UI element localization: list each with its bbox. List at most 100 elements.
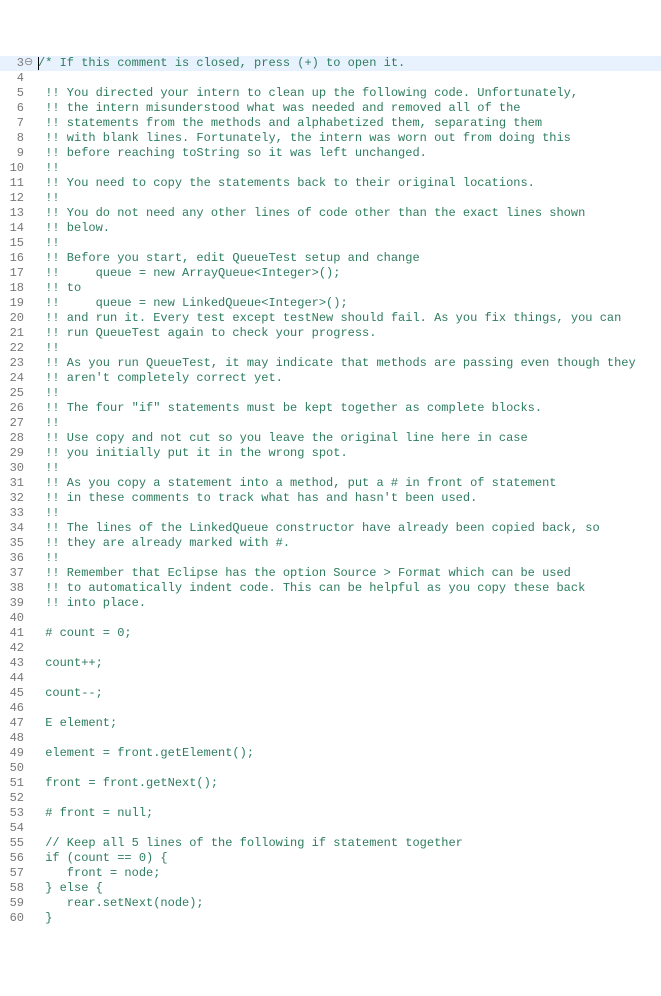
code-text[interactable]: !! You do not need any other lines of co… [36, 206, 661, 221]
code-line[interactable]: 21 !! run QueueTest again to check your … [0, 326, 661, 341]
code-text[interactable]: !! and run it. Every test except testNew… [36, 311, 661, 326]
code-text[interactable] [36, 611, 661, 626]
code-text[interactable] [36, 731, 661, 746]
code-text[interactable]: !! As you copy a statement into a method… [36, 476, 661, 491]
code-text[interactable]: !! The lines of the LinkedQueue construc… [36, 521, 661, 536]
code-line[interactable]: 28 !! Use copy and not cut so you leave … [0, 431, 661, 446]
code-text[interactable] [36, 71, 661, 86]
code-line[interactable]: 39 !! into place. [0, 596, 661, 611]
code-line[interactable]: 49 element = front.getElement(); [0, 746, 661, 761]
code-text[interactable]: !! queue = new ArrayQueue<Integer>(); [36, 266, 661, 281]
code-line[interactable]: 36 !! [0, 551, 661, 566]
code-text[interactable]: # front = null; [36, 806, 661, 821]
code-text[interactable]: !! with blank lines. Fortunately, the in… [36, 131, 661, 146]
code-line[interactable]: 46 [0, 701, 661, 716]
code-line[interactable]: 14 !! below. [0, 221, 661, 236]
code-text[interactable]: !! they are already marked with #. [36, 536, 661, 551]
code-line[interactable]: 30 !! [0, 461, 661, 476]
code-line[interactable]: 37 !! Remember that Eclipse has the opti… [0, 566, 661, 581]
code-text[interactable]: !! to [36, 281, 661, 296]
code-line[interactable]: 38 !! to automatically indent code. This… [0, 581, 661, 596]
code-line[interactable]: 10 !! [0, 161, 661, 176]
code-text[interactable]: !! [36, 161, 661, 176]
code-line[interactable]: 54 [0, 821, 661, 836]
code-text[interactable]: if (count == 0) { [36, 851, 661, 866]
code-text[interactable]: } else { [36, 881, 661, 896]
code-text[interactable]: !! in these comments to track what has a… [36, 491, 661, 506]
code-line[interactable]: 15 !! [0, 236, 661, 251]
code-line[interactable]: 51 front = front.getNext(); [0, 776, 661, 791]
code-text[interactable] [36, 641, 661, 656]
code-text[interactable]: !! run QueueTest again to check your pro… [36, 326, 661, 341]
code-text[interactable]: !! [36, 341, 661, 356]
code-text[interactable] [36, 821, 661, 836]
code-line[interactable]: 53 # front = null; [0, 806, 661, 821]
code-line[interactable]: 29 !! you initially put it in the wrong … [0, 446, 661, 461]
code-text[interactable] [36, 671, 661, 686]
code-text[interactable]: element = front.getElement(); [36, 746, 661, 761]
code-text[interactable]: !! into place. [36, 596, 661, 611]
code-text[interactable]: !! As you run QueueTest, it may indicate… [36, 356, 661, 371]
code-line[interactable]: 18 !! to [0, 281, 661, 296]
code-line[interactable]: 19 !! queue = new LinkedQueue<Integer>()… [0, 296, 661, 311]
code-line[interactable]: 60 } [0, 911, 661, 926]
code-line[interactable]: 26 !! The four "if" statements must be k… [0, 401, 661, 416]
code-line[interactable]: 12 !! [0, 191, 661, 206]
code-text[interactable]: /* If this comment is closed, press (+) … [36, 56, 661, 71]
code-text[interactable]: count--; [36, 686, 661, 701]
code-text[interactable]: !! queue = new LinkedQueue<Integer>(); [36, 296, 661, 311]
code-line[interactable]: 22 !! [0, 341, 661, 356]
code-text[interactable]: !! [36, 386, 661, 401]
code-line[interactable]: 42 [0, 641, 661, 656]
code-text[interactable]: !! Before you start, edit QueueTest setu… [36, 251, 661, 266]
code-line[interactable]: 31 !! As you copy a statement into a met… [0, 476, 661, 491]
code-line[interactable]: 27 !! [0, 416, 661, 431]
code-line[interactable]: 24 !! aren't completely correct yet. [0, 371, 661, 386]
code-text[interactable]: E element; [36, 716, 661, 731]
code-text[interactable]: !! the intern misunderstood what was nee… [36, 101, 661, 116]
code-line[interactable]: 4 [0, 71, 661, 86]
code-text[interactable]: !! [36, 506, 661, 521]
code-text[interactable]: !! [36, 236, 661, 251]
code-line[interactable]: 59 rear.setNext(node); [0, 896, 661, 911]
fold-toggle-icon[interactable] [24, 56, 36, 71]
code-text[interactable] [36, 761, 661, 776]
code-line[interactable]: 43 count++; [0, 656, 661, 671]
code-line[interactable]: 8 !! with blank lines. Fortunately, the … [0, 131, 661, 146]
code-line[interactable]: 58 } else { [0, 881, 661, 896]
code-text[interactable]: !! Use copy and not cut so you leave the… [36, 431, 661, 446]
code-line[interactable]: 33 !! [0, 506, 661, 521]
code-line[interactable]: 6 !! the intern misunderstood what was n… [0, 101, 661, 116]
code-line[interactable]: 16 !! Before you start, edit QueueTest s… [0, 251, 661, 266]
code-line[interactable]: 5 !! You directed your intern to clean u… [0, 86, 661, 101]
code-text[interactable] [36, 701, 661, 716]
code-line[interactable]: 9 !! before reaching toString so it was … [0, 146, 661, 161]
code-line[interactable]: 3/* If this comment is closed, press (+)… [0, 56, 661, 71]
code-line[interactable]: 13 !! You do not need any other lines of… [0, 206, 661, 221]
code-line[interactable]: 34 !! The lines of the LinkedQueue const… [0, 521, 661, 536]
code-text[interactable]: # count = 0; [36, 626, 661, 641]
code-line[interactable]: 11 !! You need to copy the statements ba… [0, 176, 661, 191]
code-line[interactable]: 32 !! in these comments to track what ha… [0, 491, 661, 506]
code-text[interactable]: !! You directed your intern to clean up … [36, 86, 661, 101]
code-text[interactable] [36, 791, 661, 806]
code-text[interactable]: !! aren't completely correct yet. [36, 371, 661, 386]
code-line[interactable]: 25 !! [0, 386, 661, 401]
code-text[interactable]: !! to automatically indent code. This ca… [36, 581, 661, 596]
code-text[interactable]: count++; [36, 656, 661, 671]
code-text[interactable]: // Keep all 5 lines of the following if … [36, 836, 661, 851]
code-text[interactable]: front = node; [36, 866, 661, 881]
code-text[interactable]: !! [36, 551, 661, 566]
code-line[interactable]: 56 if (count == 0) { [0, 851, 661, 866]
code-text[interactable]: !! Remember that Eclipse has the option … [36, 566, 661, 581]
code-line[interactable]: 47 E element; [0, 716, 661, 731]
code-text[interactable]: !! before reaching toString so it was le… [36, 146, 661, 161]
code-text[interactable]: !! The four "if" statements must be kept… [36, 401, 661, 416]
code-line[interactable]: 45 count--; [0, 686, 661, 701]
code-text[interactable]: } [36, 911, 661, 926]
code-line[interactable]: 41 # count = 0; [0, 626, 661, 641]
code-text[interactable]: !! you initially put it in the wrong spo… [36, 446, 661, 461]
code-line[interactable]: 52 [0, 791, 661, 806]
code-text[interactable]: rear.setNext(node); [36, 896, 661, 911]
code-text[interactable]: !! [36, 461, 661, 476]
